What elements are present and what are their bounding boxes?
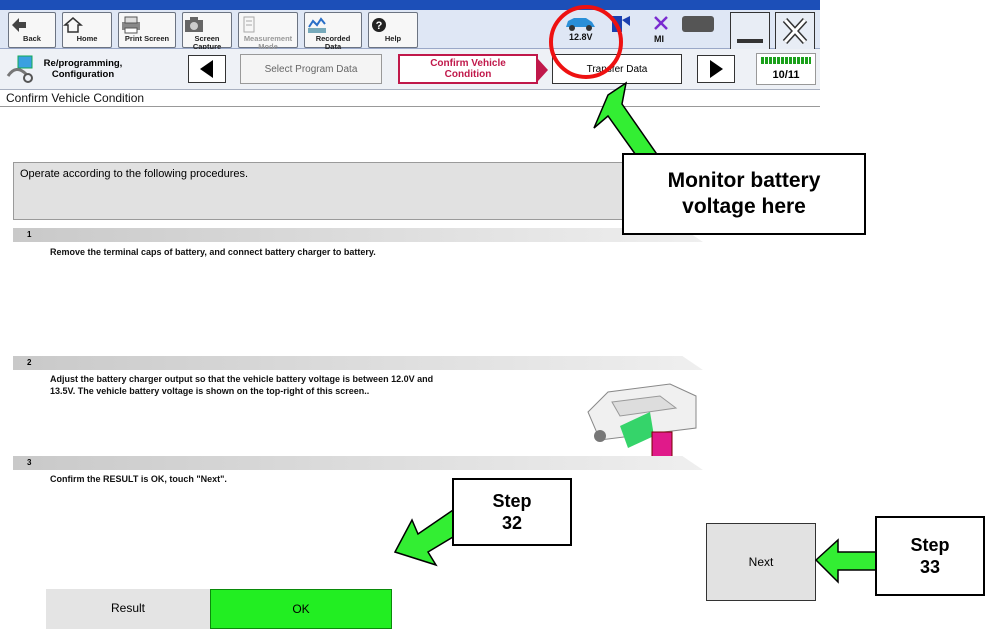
monitor-callout-line2: voltage here: [682, 195, 806, 218]
step-32-callout: Step 32: [452, 478, 572, 546]
highlight-circle: [549, 5, 623, 79]
step-33-line2: 33: [919, 557, 941, 577]
step-33-line1: Step: [910, 535, 950, 555]
step-32-line1: Step: [492, 491, 532, 511]
monitor-battery-callout: Monitor battery voltage here: [622, 153, 866, 235]
monitor-callout-line1: Monitor battery: [667, 169, 821, 192]
step-32-line2: 32: [501, 513, 523, 533]
step-33-callout: Step 33: [875, 516, 985, 596]
step-33-arrow: [814, 538, 877, 584]
